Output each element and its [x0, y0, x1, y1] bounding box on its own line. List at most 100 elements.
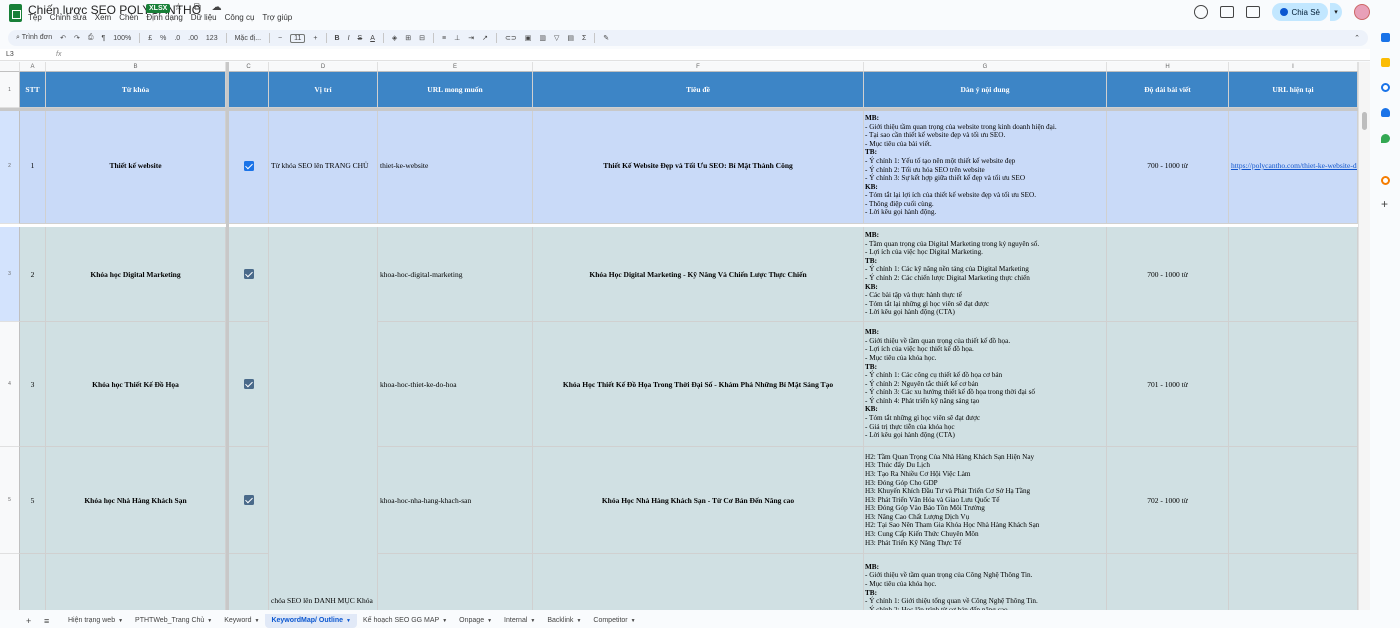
- print-icon[interactable]: ⎙: [88, 34, 94, 42]
- chevron-down-icon[interactable]: ▼: [254, 618, 259, 624]
- outline-cell[interactable]: MB: - Tầm quan trọng của Digital Marketin…: [864, 227, 1107, 322]
- filter-icon[interactable]: ▽: [554, 34, 559, 42]
- checkbox-cell[interactable]: [229, 227, 269, 322]
- current-url-cell[interactable]: [1229, 322, 1358, 447]
- link-icon[interactable]: ⊂⊃: [505, 34, 517, 42]
- url-slug-cell[interactable]: khoa-hoc-thiet-ke-do-hoa: [378, 322, 533, 447]
- stt-cell[interactable]: 1: [20, 108, 46, 224]
- chevron-down-icon[interactable]: ▼: [442, 618, 447, 624]
- maps-icon[interactable]: [1381, 134, 1390, 143]
- scrollbar-thumb[interactable]: [1362, 112, 1367, 130]
- header-position[interactable]: Vị trí: [269, 72, 378, 108]
- italic-icon[interactable]: I: [348, 35, 350, 42]
- title-cell[interactable]: Khóa Học Nhà Hàng Khách Sạn - Từ Cơ Bản …: [533, 447, 864, 554]
- sheet-tab[interactable]: Backlink ▼: [541, 614, 587, 628]
- title-cell[interactable]: Khóa Học Thiết Kế Đồ Họa Trong Thời Đại …: [533, 322, 864, 447]
- share-button[interactable]: Chia Sẻ: [1271, 3, 1328, 21]
- meet-icon[interactable]: [1245, 6, 1260, 18]
- name-box[interactable]: L3: [6, 51, 14, 58]
- functions-icon[interactable]: Σ: [582, 35, 586, 42]
- strikethrough-icon[interactable]: S: [358, 35, 363, 42]
- add-sheet-icon[interactable]: +: [26, 616, 31, 626]
- length-cell[interactable]: 700 - 1000 từ: [1107, 227, 1229, 322]
- star-move-cloud-icons[interactable]: ☆ ⧉ ☁: [174, 2, 226, 13]
- column-header[interactable]: G: [864, 62, 1107, 72]
- sheet-tab[interactable]: Kế hoạch SEO GG MAP ▼: [357, 614, 453, 628]
- checkbox[interactable]: [243, 269, 254, 279]
- url-slug-cell[interactable]: khoa-hoc-nha-hang-khach-san: [378, 447, 533, 554]
- checkbox-cell[interactable]: [229, 322, 269, 447]
- percent-format-button[interactable]: %: [160, 35, 166, 42]
- freeze-row-divider[interactable]: [0, 108, 1370, 111]
- zoom-select[interactable]: 100%: [113, 35, 131, 42]
- position-cell[interactable]: chóa SEO lên DANH MỤC Khóa: [269, 227, 378, 610]
- comment-icon[interactable]: ▣: [525, 34, 532, 42]
- current-url-cell[interactable]: [1229, 554, 1358, 610]
- undo-icon[interactable]: ↶: [60, 34, 66, 42]
- vertical-scrollbar[interactable]: [1358, 62, 1370, 610]
- checkbox[interactable]: [243, 495, 254, 505]
- sheet-tab[interactable]: KeywordMap/ Outline ▼: [265, 614, 357, 628]
- row-header[interactable]: 5: [0, 447, 20, 554]
- text-wrap-icon[interactable]: ⇥: [468, 34, 474, 42]
- freeze-column-divider[interactable]: [226, 62, 229, 610]
- current-url-cell[interactable]: [1229, 227, 1358, 322]
- menu-item[interactable]: Tệp: [28, 13, 42, 22]
- input-tools-icon[interactable]: ✎: [603, 34, 609, 42]
- increase-decimal-button[interactable]: .00: [188, 35, 198, 42]
- column-header[interactable]: A: [20, 62, 46, 72]
- stt-cell[interactable]: [20, 554, 46, 610]
- font-select[interactable]: Mặc đị...: [235, 35, 261, 42]
- currency-format-button[interactable]: £: [148, 35, 152, 42]
- current-url-cell[interactable]: https://polycantho.com/thiet-ke-website-…: [1229, 108, 1358, 224]
- collapse-toolbar-icon[interactable]: ⌃: [1354, 34, 1360, 42]
- row-header[interactable]: 2: [0, 108, 20, 224]
- keyword-cell[interactable]: Khóa học Digital Marketing: [46, 227, 226, 322]
- header-stt[interactable]: STT: [20, 72, 46, 108]
- sheets-logo-icon[interactable]: [9, 4, 22, 22]
- column-header[interactable]: I: [1229, 62, 1358, 72]
- borders-icon[interactable]: ⊞: [405, 34, 411, 42]
- sheet-tab[interactable]: Keyword ▼: [218, 614, 265, 628]
- align-horizontal-icon[interactable]: ≡: [442, 35, 446, 42]
- menu-item[interactable]: Chèn: [119, 13, 138, 22]
- sheet-grid[interactable]: A B C D E F G H I 1 STT Từ khóa Vị trí URL mong muốn T…: [0, 62, 1370, 610]
- stt-cell[interactable]: 5: [20, 447, 46, 554]
- checkbox[interactable]: [243, 379, 254, 389]
- url-slug-cell[interactable]: khoa-hoc-digital-marketing: [378, 227, 533, 322]
- chevron-down-icon[interactable]: ▼: [487, 618, 492, 624]
- column-header[interactable]: F: [533, 62, 864, 72]
- sheet-tab[interactable]: Hiện trạng web ▼: [62, 614, 129, 628]
- header-blank[interactable]: [229, 72, 269, 108]
- share-dropdown-button[interactable]: ▾: [1330, 3, 1342, 21]
- title-cell[interactable]: Khóa Học Digital Marketing - Kỹ Năng Và …: [533, 227, 864, 322]
- column-header[interactable]: H: [1107, 62, 1229, 72]
- column-header[interactable]: C: [229, 62, 269, 72]
- header-url_now[interactable]: URL hiện tại: [1229, 72, 1358, 108]
- header-keyword[interactable]: Từ khóa: [46, 72, 226, 108]
- header-length[interactable]: Độ dài bài viết: [1107, 72, 1229, 108]
- url-slug-cell[interactable]: thiet-ke-website: [378, 108, 533, 224]
- header-url_want[interactable]: URL mong muốn: [378, 72, 533, 108]
- contacts-icon[interactable]: [1381, 108, 1390, 117]
- checkbox[interactable]: [243, 160, 254, 171]
- history-icon[interactable]: [1193, 5, 1208, 19]
- comments-icon[interactable]: [1219, 6, 1234, 18]
- keep-icon[interactable]: [1381, 58, 1390, 67]
- column-header[interactable]: B: [46, 62, 226, 72]
- text-rotate-icon[interactable]: ↗: [482, 34, 488, 42]
- add-addon-icon[interactable]: +: [1381, 198, 1390, 210]
- stt-cell[interactable]: 2: [20, 227, 46, 322]
- header-title[interactable]: Tiêu đề: [533, 72, 864, 108]
- menu-item[interactable]: Trợ giúp: [262, 13, 292, 22]
- url-slug-cell[interactable]: [378, 554, 533, 610]
- chevron-down-icon[interactable]: ▼: [576, 618, 581, 624]
- length-cell[interactable]: 700 - 1000 từ: [1107, 108, 1229, 224]
- outline-cell[interactable]: MB: - Giới thiệu về tầm quan trọng của Cô…: [864, 554, 1107, 610]
- chevron-down-icon[interactable]: ▼: [530, 618, 535, 624]
- calendar-icon[interactable]: [1381, 33, 1390, 42]
- menu-item[interactable]: Định dạng: [146, 13, 182, 22]
- bold-icon[interactable]: B: [335, 35, 340, 42]
- number-format-button[interactable]: 123: [206, 35, 218, 42]
- addon-icon[interactable]: [1381, 176, 1390, 185]
